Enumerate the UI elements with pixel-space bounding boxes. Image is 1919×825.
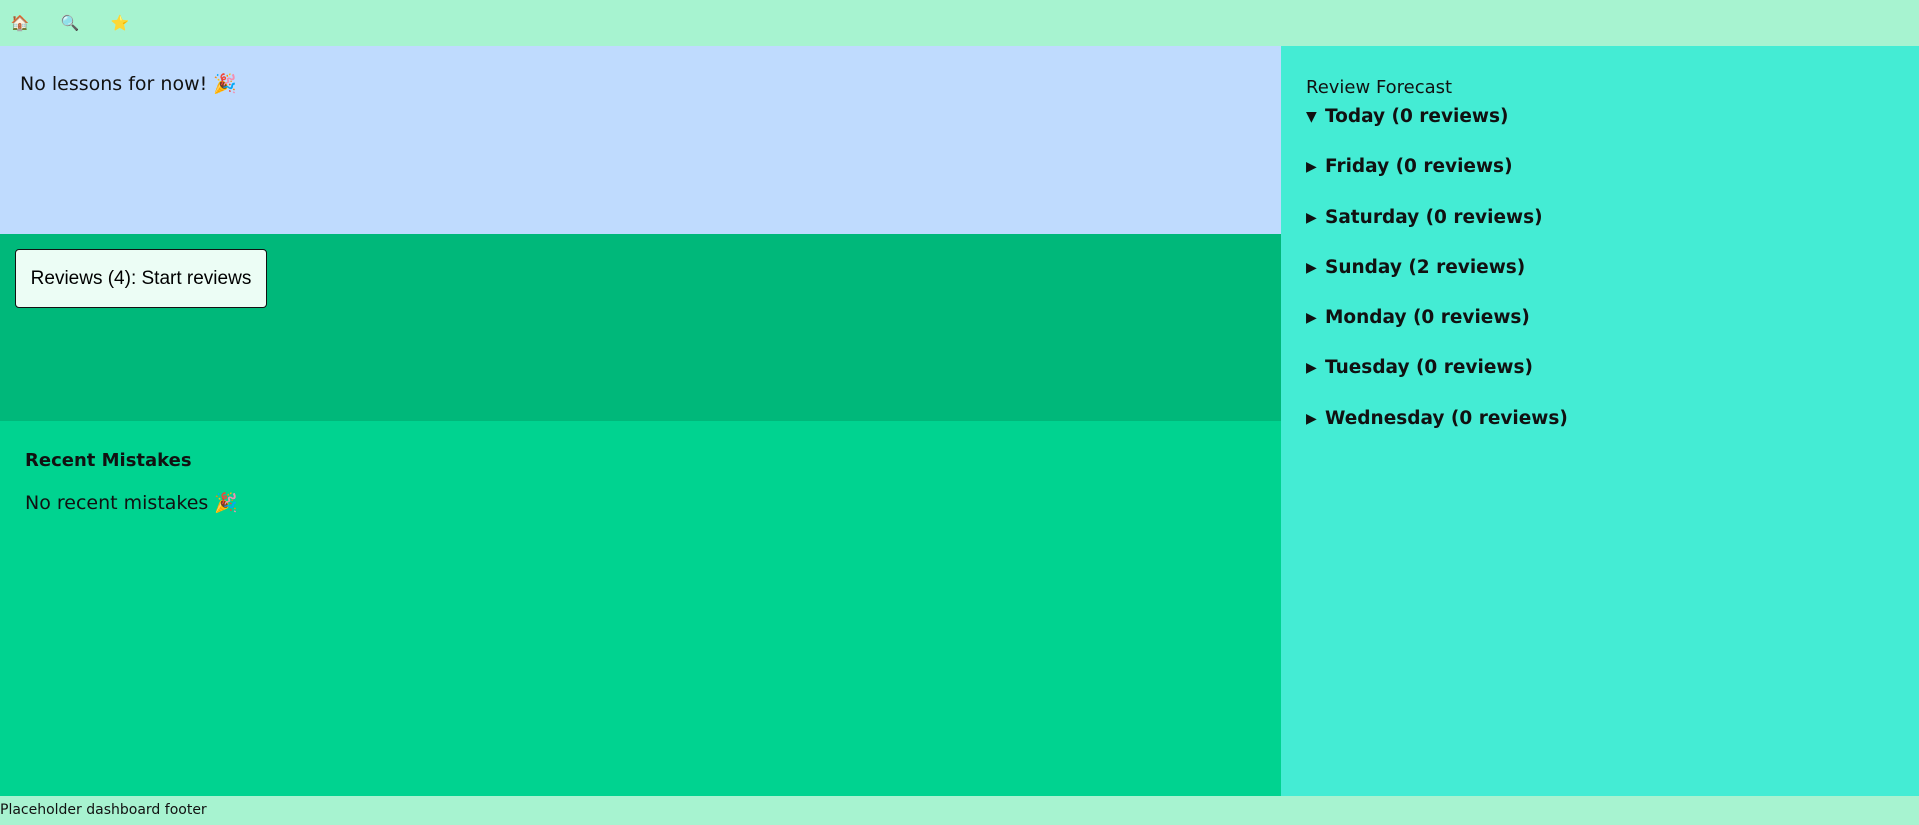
lessons-message: No lessons for now! 🎉 <box>20 73 237 95</box>
forecast-day-label: Sunday (2 reviews) <box>1325 256 1526 278</box>
search-icon[interactable]: 🔍 <box>60 13 80 33</box>
forecast-day-label: Saturday (0 reviews) <box>1325 206 1543 228</box>
collapsed-arrow-icon: ▶ <box>1306 209 1317 226</box>
collapsed-arrow-icon: ▶ <box>1306 259 1317 276</box>
forecast-day-today[interactable]: ▼ Today (0 reviews) <box>1306 106 1568 156</box>
forecast-day-wednesday[interactable]: ▶ Wednesday (0 reviews) <box>1306 408 1568 458</box>
expanded-arrow-icon: ▼ <box>1306 109 1317 125</box>
forecast-day-label: Tuesday (0 reviews) <box>1325 357 1533 379</box>
top-nav: 🏠 🔍 ⭐ <box>0 0 1919 46</box>
forecast-day-monday[interactable]: ▶ Monday (0 reviews) <box>1306 307 1568 357</box>
forecast-day-friday[interactable]: ▶ Friday (0 reviews) <box>1306 156 1568 206</box>
reviews-panel: Reviews (4): Start reviews <box>0 234 1281 421</box>
start-reviews-button[interactable]: Reviews (4): Start reviews <box>15 249 267 308</box>
review-forecast-panel: Review Forecast ▼ Today (0 reviews) ▶ Frid… <box>1281 46 1919 796</box>
lessons-panel: No lessons for now! 🎉 <box>0 46 1281 234</box>
forecast-day-tuesday[interactable]: ▶ Tuesday (0 reviews) <box>1306 357 1568 407</box>
star-icon[interactable]: ⭐ <box>110 13 130 33</box>
home-icon[interactable]: 🏠 <box>10 13 30 33</box>
forecast-day-label: Monday (0 reviews) <box>1325 307 1530 329</box>
collapsed-arrow-icon: ▶ <box>1306 310 1317 327</box>
forecast-day-label: Friday (0 reviews) <box>1325 156 1513 178</box>
recent-mistakes-empty-message: No recent mistakes 🎉 <box>25 492 239 514</box>
collapsed-arrow-icon: ▶ <box>1306 410 1317 427</box>
forecast-title: Review Forecast <box>1306 77 1453 98</box>
forecast-day-sunday[interactable]: ▶ Sunday (2 reviews) <box>1306 257 1568 307</box>
recent-mistakes-title: Recent Mistakes <box>25 450 192 471</box>
dashboard-footer: Placeholder dashboard footer <box>0 796 1919 825</box>
forecast-day-label: Wednesday (0 reviews) <box>1325 407 1568 429</box>
forecast-day-saturday[interactable]: ▶ Saturday (0 reviews) <box>1306 207 1568 257</box>
forecast-day-label: Today (0 reviews) <box>1325 106 1509 127</box>
forecast-list: ▼ Today (0 reviews) ▶ Friday (0 reviews) ▶… <box>1306 106 1568 458</box>
recent-mistakes-panel: Recent Mistakes No recent mistakes 🎉 <box>0 421 1281 796</box>
collapsed-arrow-icon: ▶ <box>1306 360 1317 377</box>
collapsed-arrow-icon: ▶ <box>1306 159 1317 176</box>
